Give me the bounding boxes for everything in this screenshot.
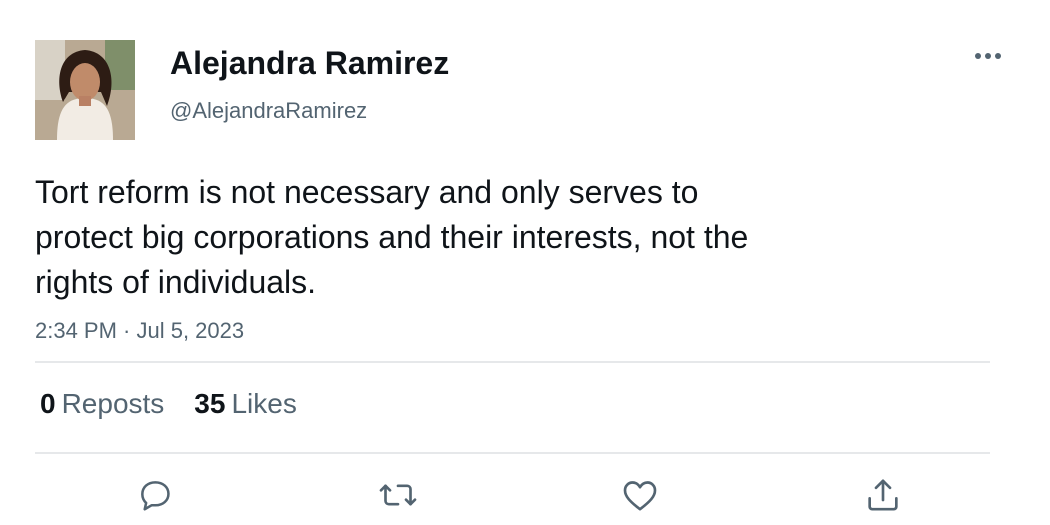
tweet-text-line: rights of individuals. — [35, 264, 317, 300]
likes-stat[interactable]: 35 Likes — [194, 386, 297, 422]
author-name[interactable]: Alejandra Ramirez — [170, 42, 449, 84]
tweet-text-line: Tort reform is not necessary and only se… — [35, 174, 699, 210]
author-handle[interactable]: @AlejandraRamirez — [170, 96, 367, 126]
divider — [35, 452, 990, 454]
divider — [35, 361, 990, 363]
likes-label: Likes — [231, 388, 297, 419]
like-icon[interactable] — [617, 472, 663, 518]
tweet-timestamp[interactable]: 2:34 PM · Jul 5, 2023 — [35, 316, 244, 346]
engagement-stats: 0 Reposts 35 Likes — [40, 386, 297, 422]
reply-icon[interactable] — [132, 472, 178, 518]
more-options-icon[interactable] — [970, 42, 1006, 70]
reposts-label: Reposts — [61, 388, 165, 419]
share-icon[interactable] — [860, 472, 906, 518]
tweet-text: Tort reform is not necessary and only se… — [35, 170, 865, 305]
reposts-stat[interactable]: 0 Reposts — [40, 386, 164, 422]
reposts-count: 0 — [40, 388, 56, 419]
action-bar — [0, 472, 1050, 518]
avatar[interactable] — [35, 40, 135, 140]
avatar-photo — [35, 40, 135, 140]
likes-count: 35 — [194, 388, 226, 419]
tweet-text-line: protect big corporations and their inter… — [35, 219, 749, 255]
repost-icon[interactable] — [375, 472, 421, 518]
